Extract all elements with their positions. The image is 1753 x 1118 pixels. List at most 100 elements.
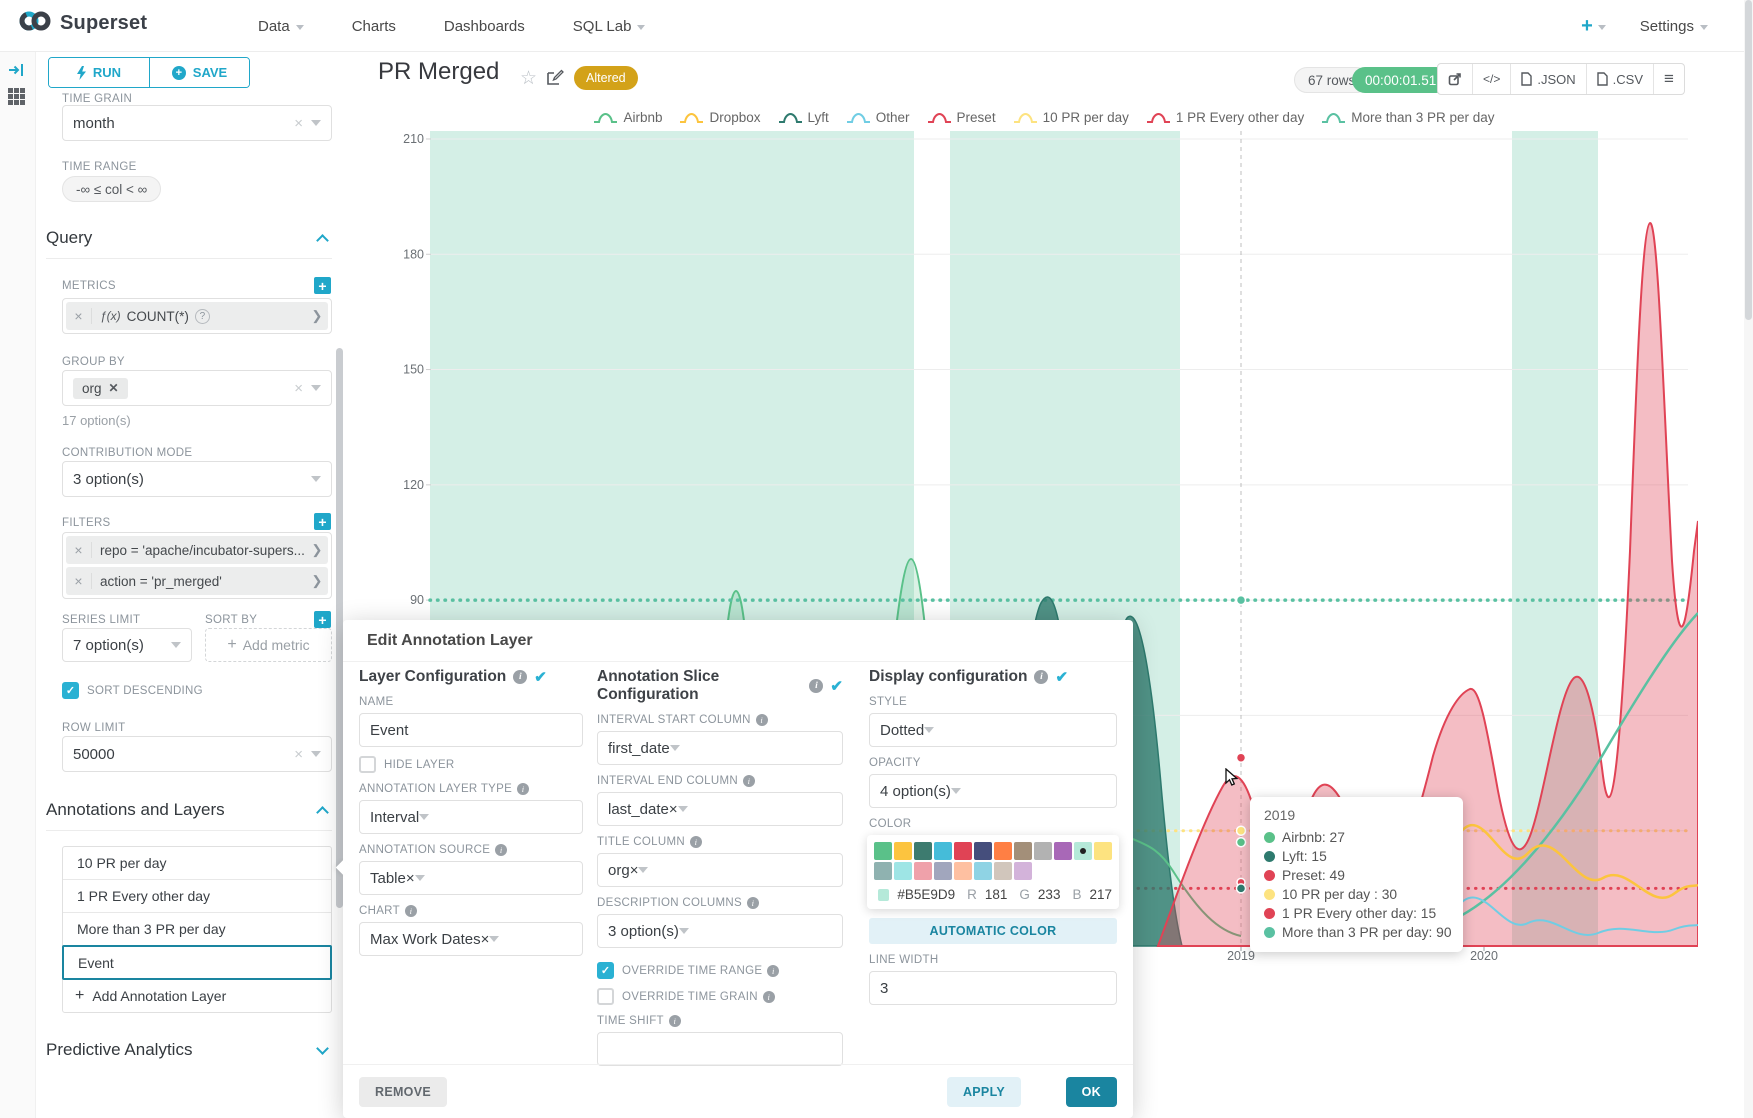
hide-layer-checkbox[interactable] <box>359 756 376 773</box>
legend-item[interactable]: Airbnb <box>593 110 662 125</box>
remove-filter-icon[interactable]: × <box>66 573 92 589</box>
b-value[interactable]: 217 <box>1089 887 1112 902</box>
color-swatch[interactable] <box>874 842 892 860</box>
hex-value[interactable]: #B5E9D9 <box>897 887 955 902</box>
sort-by-add[interactable]: + Add metric <box>205 628 332 662</box>
export-json-button[interactable]: .JSON <box>1511 64 1586 94</box>
color-swatch[interactable] <box>974 862 992 880</box>
edit-properties-icon[interactable] <box>546 68 564 91</box>
legend-item[interactable]: Lyft <box>778 110 829 125</box>
clear-icon[interactable]: × <box>294 746 303 763</box>
add-sort-metric-button[interactable]: + <box>314 611 331 628</box>
nav-item-sql-lab[interactable]: SQL Lab <box>573 18 646 35</box>
remove-filter-icon[interactable]: × <box>66 542 92 558</box>
sort-descending-row[interactable]: ✓ SORT DESCENDING <box>62 682 203 699</box>
apply-button[interactable]: APPLY <box>947 1077 1021 1107</box>
favorite-star-icon[interactable]: ☆ <box>520 67 537 90</box>
legend-item[interactable]: More than 3 PR per day <box>1321 110 1494 125</box>
override-time-grain-row[interactable]: OVERRIDE TIME GRAINi <box>597 988 843 1005</box>
new-item-button[interactable]: + <box>1581 15 1606 38</box>
datasource-grid-icon[interactable] <box>8 88 25 110</box>
run-button[interactable]: RUN <box>49 58 149 87</box>
chart-source-select[interactable]: Max Work Dates × <box>359 922 583 956</box>
color-swatch[interactable] <box>1054 842 1072 860</box>
color-swatch[interactable] <box>1014 862 1032 880</box>
automatic-color-button[interactable]: AUTOMATIC COLOR <box>869 918 1117 944</box>
annotation-layer-item[interactable]: Event <box>62 945 332 980</box>
row-limit-select[interactable]: 50000 × <box>62 736 332 772</box>
annotation-source-select[interactable]: Table × <box>359 861 583 895</box>
title-column-select[interactable]: org × <box>597 853 843 887</box>
group-by-select[interactable]: org ✕ × <box>62 370 332 406</box>
time-range-pill[interactable]: -∞ ≤ col < ∞ <box>62 176 161 202</box>
clear-icon[interactable]: × <box>630 862 639 879</box>
clear-icon[interactable]: × <box>406 870 415 887</box>
r-value[interactable]: 181 <box>985 887 1008 902</box>
sort-descending-checkbox[interactable]: ✓ <box>62 682 79 699</box>
color-swatch[interactable] <box>994 842 1012 860</box>
panel-scrollbar[interactable] <box>336 348 343 908</box>
color-swatch[interactable] <box>874 862 892 880</box>
clear-icon[interactable]: × <box>294 115 303 132</box>
remove-metric-icon[interactable]: × <box>66 308 92 324</box>
save-button[interactable]: + SAVE <box>149 58 249 87</box>
legend-item[interactable]: 10 PR per day <box>1013 110 1129 125</box>
page-scrollbar[interactable] <box>1744 0 1753 1118</box>
description-columns-select[interactable]: 3 option(s) <box>597 914 843 948</box>
style-select[interactable]: Dotted <box>869 713 1117 747</box>
color-swatch[interactable] <box>1074 842 1092 860</box>
chart-menu-button[interactable]: ≡ <box>1654 64 1684 94</box>
nav-item-dashboards[interactable]: Dashboards <box>444 18 525 35</box>
superset-brand[interactable]: Superset <box>18 10 147 37</box>
copy-link-button[interactable] <box>1438 64 1473 94</box>
nav-item-data[interactable]: Data <box>258 18 304 35</box>
expand-filter-icon[interactable]: ❯ <box>306 542 328 558</box>
altered-badge[interactable]: Altered <box>574 66 638 90</box>
settings-menu[interactable]: Settings <box>1640 18 1708 35</box>
add-annotation-layer-button[interactable]: +Add Annotation Layer <box>63 979 331 1012</box>
legend-item[interactable]: Preset <box>927 110 996 125</box>
color-swatch[interactable] <box>994 862 1012 880</box>
g-value[interactable]: 233 <box>1038 887 1061 902</box>
clear-icon[interactable]: × <box>294 380 303 397</box>
legend-item[interactable]: 1 PR Every other day <box>1146 110 1304 125</box>
remove-button[interactable]: REMOVE <box>359 1077 447 1107</box>
annotation-layer-item[interactable]: 1 PR Every other day <box>63 880 331 913</box>
color-swatch[interactable] <box>914 842 932 860</box>
add-metric-button[interactable]: + <box>314 277 331 294</box>
filter-chip[interactable]: ×repo = 'apache/incubator-supers...❯ <box>66 536 328 564</box>
color-swatch[interactable] <box>954 862 972 880</box>
time-shift-input[interactable] <box>597 1032 843 1066</box>
collapse-annotations-icon[interactable] <box>316 806 329 819</box>
color-swatch[interactable] <box>894 862 912 880</box>
clear-icon[interactable]: × <box>481 931 490 948</box>
nav-item-charts[interactable]: Charts <box>352 18 396 35</box>
color-swatch[interactable] <box>974 842 992 860</box>
metric-chip[interactable]: × ƒ(x) COUNT(*) ? ❯ <box>66 302 328 330</box>
line-width-input[interactable]: 3 <box>869 971 1117 1005</box>
expand-metric-icon[interactable]: ❯ <box>306 308 328 324</box>
expand-filter-icon[interactable]: ❯ <box>306 573 328 589</box>
time-grain-select[interactable]: month × <box>62 105 332 141</box>
add-filter-button[interactable]: + <box>314 513 331 530</box>
color-swatch[interactable] <box>1094 842 1112 860</box>
color-swatch[interactable] <box>914 862 932 880</box>
annotation-layer-item[interactable]: More than 3 PR per day <box>63 913 331 946</box>
embed-code-button[interactable]: </> <box>1473 64 1511 94</box>
ok-button[interactable]: OK <box>1066 1077 1117 1107</box>
annotation-layer-item[interactable]: 10 PR per day <box>63 847 331 880</box>
export-csv-button[interactable]: .CSV <box>1587 64 1654 94</box>
interval-end-select[interactable]: last_date × <box>597 792 843 826</box>
remove-chip-icon[interactable]: ✕ <box>109 381 119 395</box>
color-swatch[interactable] <box>934 862 952 880</box>
opacity-select[interactable]: 4 option(s) <box>869 774 1117 808</box>
override-time-range-checkbox[interactable]: ✓ <box>597 962 614 979</box>
color-swatch[interactable] <box>934 842 952 860</box>
filter-chip[interactable]: ×action = 'pr_merged'❯ <box>66 567 328 595</box>
override-time-grain-checkbox[interactable] <box>597 988 614 1005</box>
override-time-range-row[interactable]: ✓ OVERRIDE TIME RANGEi <box>597 962 843 979</box>
expand-datasource-icon[interactable] <box>8 62 26 83</box>
group-by-chip[interactable]: org ✕ <box>73 378 128 399</box>
legend-item[interactable]: Dropbox <box>679 110 760 125</box>
color-swatch[interactable] <box>954 842 972 860</box>
